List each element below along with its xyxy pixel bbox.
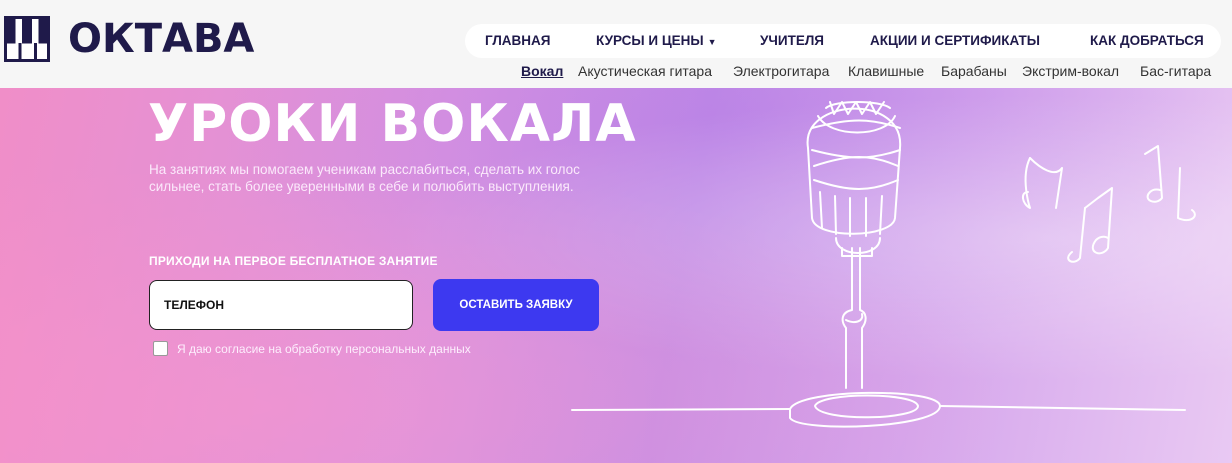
floor-line: [939, 405, 1186, 411]
mic-base: [814, 394, 919, 419]
nav-item-teachers[interactable]: УЧИТЕЛЯ: [760, 24, 824, 58]
floor-line: [571, 408, 791, 411]
mic-grille: [879, 195, 883, 235]
subnav-item-vocal[interactable]: Вокал: [521, 63, 563, 79]
subnav-item-extreme-vocal[interactable]: Экстрим-вокал: [1022, 63, 1119, 79]
hero-banner: УРОКИ ВОКАЛА На занятиях мы помогаем уче…: [0, 88, 1232, 463]
music-note: [1144, 145, 1163, 203]
music-note: [1029, 157, 1063, 209]
subnav-item-drums[interactable]: Барабаны: [941, 63, 1007, 79]
site-header: ОКТАВА ГЛАВНАЯ КУРСЫ И ЦЕНЫ ▼ УЧИТЕЛЯ АКЦ…: [0, 0, 1232, 88]
mic-stand: [845, 313, 864, 323]
subnav-item-acoustic-guitar[interactable]: Акустическая гитара: [578, 63, 712, 79]
subnav-item-electric-guitar[interactable]: Электрогитара: [733, 63, 829, 79]
subnav-item-bass-guitar[interactable]: Бас-гитара: [1140, 63, 1211, 79]
chevron-down-icon: ▼: [707, 37, 717, 47]
submit-request-button[interactable]: ОСТАВИТЬ ЗАЯВКУ: [433, 279, 599, 331]
nav-item-home[interactable]: ГЛАВНАЯ: [485, 24, 551, 58]
nav-item-courses[interactable]: КУРСЫ И ЦЕНЫ ▼: [596, 24, 717, 58]
brand-name: ОКТАВА: [68, 16, 255, 62]
cta-label: ПРИХОДИ НА ПЕРВОЕ БЕСПЛАТНОЕ ЗАНЯТИЕ: [149, 254, 438, 268]
nav-item-promotions[interactable]: АКЦИИ И СЕРТИФИКАТЫ: [870, 24, 1040, 58]
mic-grille: [813, 179, 899, 190]
course-subnav: Вокал Акустическая гитара Электрогитара …: [0, 63, 1232, 83]
phone-input[interactable]: [149, 280, 413, 330]
consent-row: Я даю согласие на обработку персональных…: [153, 341, 471, 356]
piano-keys-icon: [4, 16, 50, 62]
main-nav: ГЛАВНАЯ КУРСЫ И ЦЕНЫ ▼ УЧИТЕЛЯ АКЦИИ И СЕ…: [465, 24, 1221, 58]
logo[interactable]: ОКТАВА: [4, 16, 254, 62]
subnav-item-keyboards[interactable]: Клавишные: [848, 63, 924, 79]
hero-title: УРОКИ ВОКАЛА: [148, 94, 637, 154]
music-note: [1022, 157, 1031, 209]
consent-checkbox[interactable]: [153, 341, 168, 356]
consent-label[interactable]: Я даю согласие на обработку персональных…: [177, 342, 471, 356]
nav-item-directions[interactable]: КАК ДОБРАТЬСЯ: [1090, 24, 1204, 58]
music-note: [1177, 167, 1196, 222]
mic-stand: [841, 247, 853, 389]
music-note: [1067, 207, 1086, 263]
hero-description: На занятиях мы помогаем ученикам расслаб…: [149, 162, 580, 194]
mic-grille: [834, 195, 837, 235]
mic-grille: [819, 191, 823, 229]
mic-base: [789, 391, 941, 428]
music-note: [1084, 187, 1113, 255]
nav-item-courses-label: КУРСЫ И ЦЕНЫ: [596, 33, 704, 48]
